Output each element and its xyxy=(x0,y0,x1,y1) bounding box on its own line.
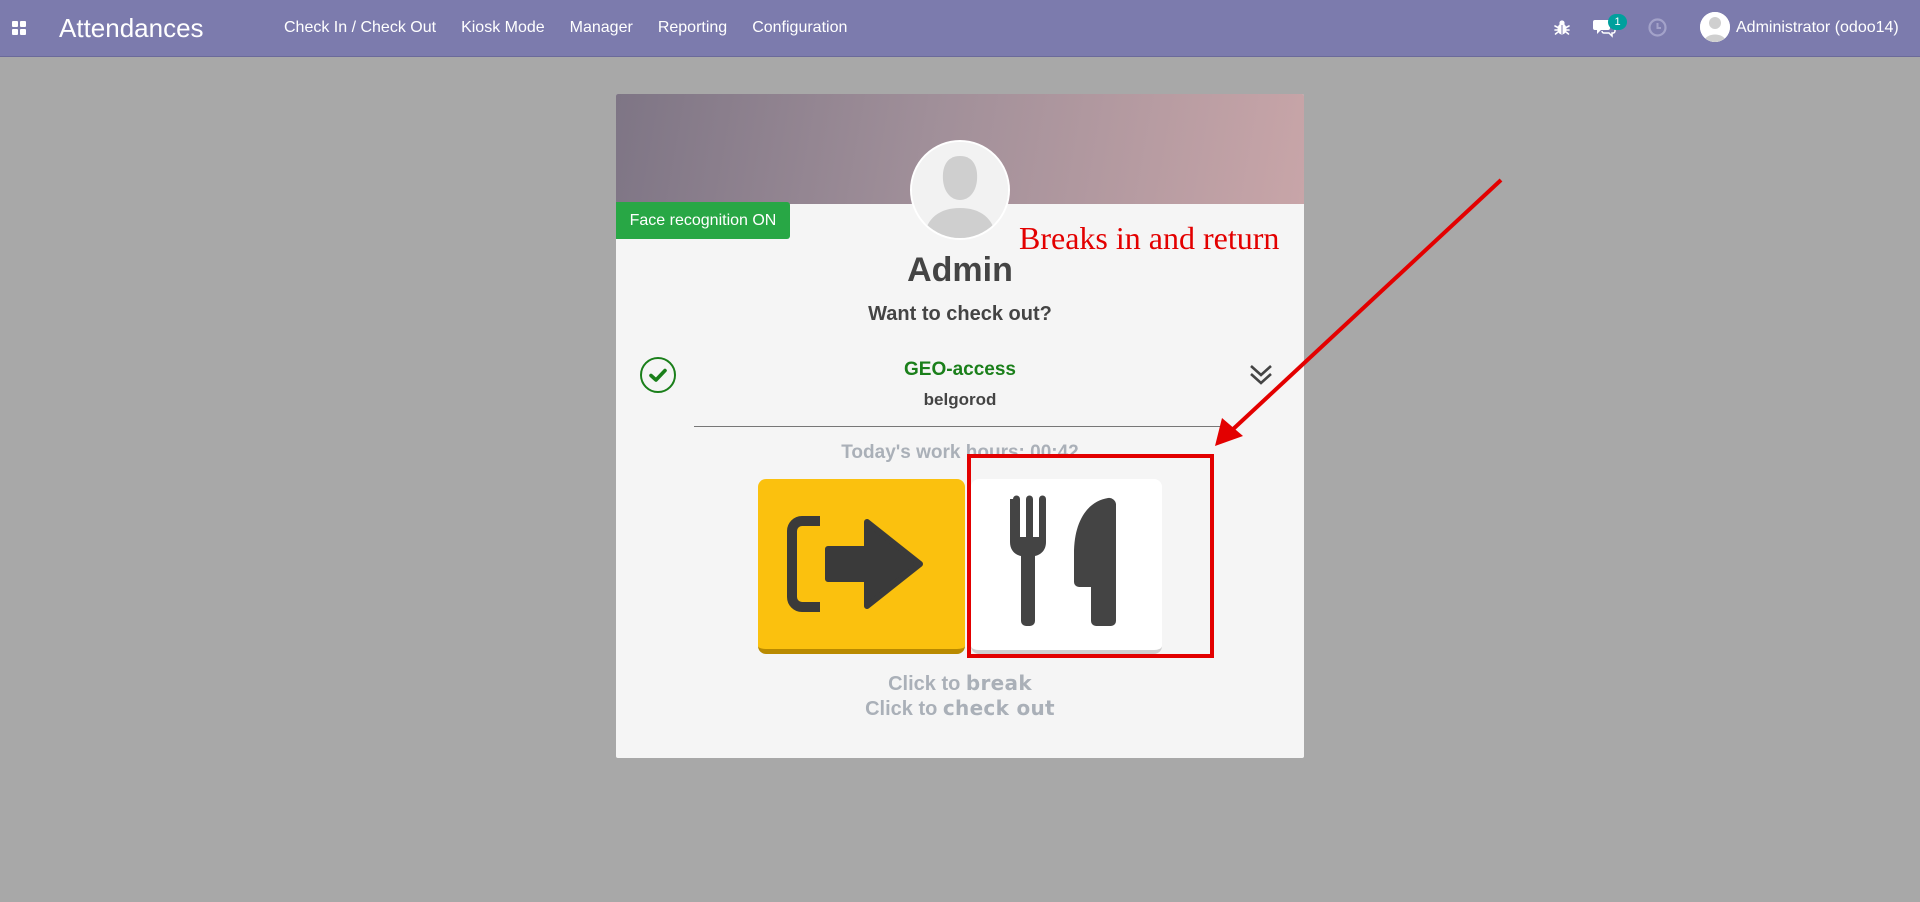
apps-grid-icon[interactable] xyxy=(12,21,26,35)
divider xyxy=(694,426,1226,427)
check-out-hint: Click to check out xyxy=(616,696,1304,721)
check-out-question: Want to check out? xyxy=(868,303,1052,325)
geo-access-title: GEO-access xyxy=(904,359,1016,380)
check-out-hint-action: check out xyxy=(942,696,1055,720)
break-button[interactable] xyxy=(971,479,1162,654)
menu-item-configuration[interactable]: Configuration xyxy=(752,18,847,38)
break-hint-action: break xyxy=(965,671,1032,695)
bug-icon[interactable] xyxy=(1552,18,1572,38)
user-avatar[interactable] xyxy=(1700,12,1730,42)
employee-avatar xyxy=(910,140,1010,240)
employee-name: Admin xyxy=(907,251,1013,289)
break-hint-prefix: Click to xyxy=(888,673,966,695)
fork-knife-icon xyxy=(1010,495,1116,626)
face-recognition-badge[interactable]: Face recognition ON xyxy=(616,202,790,239)
app-title[interactable]: Attendances xyxy=(59,12,204,44)
geo-location-name: belgorod xyxy=(923,390,997,409)
user-menu-name[interactable]: Administrator (odoo14) xyxy=(1736,18,1899,38)
main-menu: Check In / Check Out Kiosk Mode Manager … xyxy=(284,18,872,38)
menu-item-reporting[interactable]: Reporting xyxy=(658,18,727,38)
check-out-hint-prefix: Click to xyxy=(865,698,943,720)
work-hours-label: Today's work hours: 00:42 xyxy=(841,442,1079,463)
check-out-button[interactable] xyxy=(758,479,965,654)
menu-item-kiosk-mode[interactable]: Kiosk Mode xyxy=(461,18,545,38)
menu-item-check-in-out[interactable]: Check In / Check Out xyxy=(284,18,436,38)
chat-count-badge: 1 xyxy=(1608,14,1627,30)
clock-icon[interactable] xyxy=(1647,17,1668,38)
sign-out-icon xyxy=(787,516,923,612)
break-hint: Click to break xyxy=(616,671,1304,696)
top-navbar: Attendances Check In / Check Out Kiosk M… xyxy=(0,0,1920,57)
annotation-label: Breaks in and return xyxy=(1019,220,1280,256)
menu-item-manager[interactable]: Manager xyxy=(570,18,633,38)
attendance-card: Face recognition ON Admin Want to check … xyxy=(616,94,1304,758)
double-chevron-down-icon[interactable] xyxy=(1248,362,1274,388)
